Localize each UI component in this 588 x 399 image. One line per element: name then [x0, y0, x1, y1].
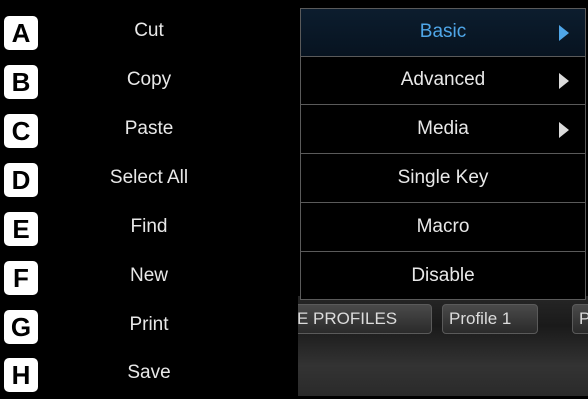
submenu-item-label: Basic — [419, 21, 467, 42]
chevron-right-icon — [559, 73, 569, 89]
tab-profiles[interactable]: E PROFILES — [290, 304, 432, 334]
menu-item-paste[interactable]: C Paste — [0, 106, 298, 155]
submenu-item-label: Media — [417, 118, 469, 139]
submenu-item-label: Disable — [411, 265, 475, 286]
submenu-item-media[interactable]: Media — [301, 106, 585, 154]
menu-item-label: Save — [127, 362, 171, 383]
chevron-right-icon — [559, 122, 569, 138]
submenu-item-disable[interactable]: Disable — [301, 253, 585, 301]
menu-item-label: Select All — [109, 167, 189, 188]
context-menu: A Cut B Copy C Paste D Select All E Find… — [0, 0, 298, 396]
tab-next-profile[interactable]: P — [572, 304, 588, 334]
submenu-item-advanced[interactable]: Advanced — [301, 57, 585, 105]
menu-item-cut[interactable]: A Cut — [0, 8, 298, 57]
menu-item-label: Find — [130, 216, 168, 237]
menu-item-label: Print — [129, 314, 169, 335]
submenu: Basic Advanced Media Single Key Macro Di… — [300, 8, 586, 300]
submenu-item-single-key[interactable]: Single Key — [301, 155, 585, 203]
profile-tab-strip: E PROFILES Profile 1 P — [290, 296, 588, 396]
menu-item-label: Paste — [124, 118, 174, 139]
menu-item-select-all[interactable]: D Select All — [0, 155, 298, 204]
menu-item-label: Copy — [126, 69, 172, 90]
menu-item-label: Cut — [134, 20, 164, 41]
tab-profile-1[interactable]: Profile 1 — [442, 304, 538, 334]
menu-item-find[interactable]: E Find — [0, 204, 298, 253]
menu-item-new[interactable]: F New — [0, 253, 298, 302]
menu-item-save[interactable]: H Save — [0, 350, 298, 399]
menu-item-print[interactable]: G Print — [0, 302, 298, 351]
submenu-item-label: Macro — [416, 216, 470, 237]
submenu-item-basic[interactable]: Basic — [301, 9, 585, 57]
menu-item-label: New — [129, 265, 168, 286]
submenu-item-label: Single Key — [397, 167, 489, 188]
submenu-item-label: Advanced — [400, 69, 486, 90]
chevron-right-icon — [559, 25, 569, 41]
menu-item-copy[interactable]: B Copy — [0, 57, 298, 106]
submenu-item-macro[interactable]: Macro — [301, 204, 585, 252]
